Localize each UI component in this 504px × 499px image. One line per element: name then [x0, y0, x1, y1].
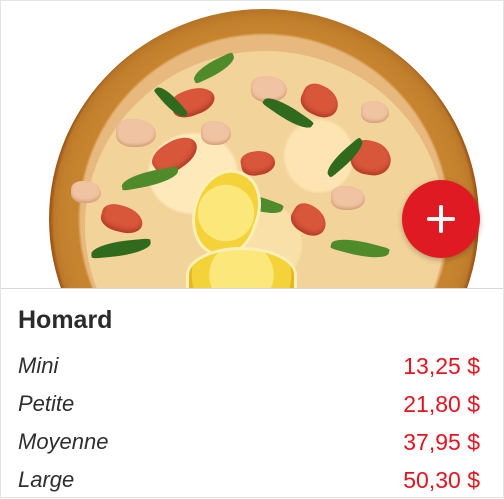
lobster-meat-topping — [361, 101, 389, 123]
product-title: Homard — [18, 306, 113, 334]
lobster-meat-topping — [201, 121, 231, 145]
size-price: 21,80 $ — [403, 390, 480, 417]
lobster-meat-topping — [116, 119, 156, 147]
size-option-large[interactable]: Large 50,30 $ — [18, 461, 480, 499]
plus-icon — [427, 205, 455, 233]
size-list: Mini 13,25 $ Petite 21,80 $ Moyenne 37,9… — [18, 347, 480, 499]
pizza-image — [1, 1, 503, 289]
size-option-mini[interactable]: Mini 13,25 $ — [18, 347, 480, 385]
size-option-moyenne[interactable]: Moyenne 37,95 $ — [18, 423, 480, 461]
size-option-petite[interactable]: Petite 21,80 $ — [18, 385, 480, 423]
size-name: Petite — [18, 391, 75, 416]
product-card: Homard Mini 13,25 $ Petite 21,80 $ Moyen… — [0, 0, 504, 498]
lobster-meat-topping — [71, 181, 101, 203]
size-price: 37,95 $ — [403, 428, 480, 455]
lobster-meat-topping — [331, 186, 365, 210]
add-to-cart-button[interactable] — [402, 180, 480, 258]
product-info: Homard Mini 13,25 $ Petite 21,80 $ Moyen… — [18, 301, 480, 499]
size-name: Large — [18, 467, 75, 492]
size-name: Mini — [18, 353, 59, 378]
size-price: 50,30 $ — [403, 466, 480, 493]
size-name: Moyenne — [18, 429, 109, 454]
size-price: 13,25 $ — [403, 352, 480, 379]
